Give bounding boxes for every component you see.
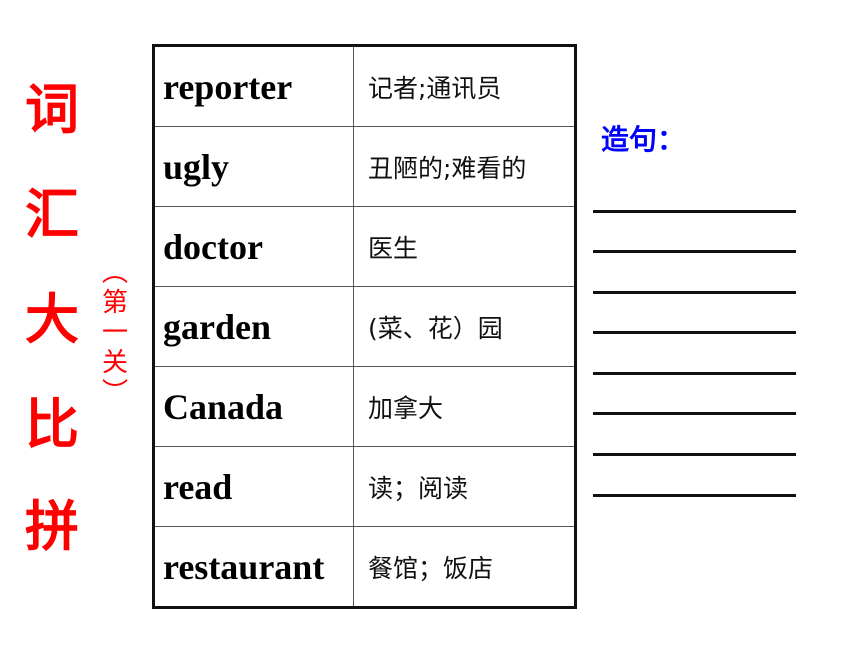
table-row: ugly 丑陋的;难看的 (153, 126, 576, 207)
table-row: doctor 医生 (153, 206, 576, 287)
title-char: 汇 (25, 183, 79, 246)
meaning-cell: 读；阅读 (353, 446, 576, 527)
meaning-cell: 医生 (353, 206, 576, 287)
subtitle-char: 一 (101, 318, 128, 348)
blank-line[interactable] (593, 331, 796, 334)
table-row: read 读；阅读 (153, 446, 576, 527)
sentence-label: 造句： (601, 123, 686, 156)
subtitle-open-paren: ︵ (101, 258, 128, 288)
word-cell: reporter (153, 45, 354, 127)
word-cell: read (153, 446, 354, 527)
blank-line[interactable] (593, 494, 796, 497)
blank-line[interactable] (593, 250, 796, 253)
subtitle-close-paren: ︶ (101, 378, 128, 408)
meaning-cell: (菜、花）园 (353, 286, 576, 367)
subtitle-level: ︵ 第 一 关 ︶ (98, 258, 132, 408)
table-row: garden (菜、花）园 (153, 286, 576, 367)
vocabulary-table: reporter 记者;通讯员 ugly 丑陋的;难看的 doctor 医生 g… (152, 44, 577, 609)
title-char: 拼 (25, 495, 79, 558)
blank-line[interactable] (593, 291, 796, 294)
word-cell: restaurant (153, 526, 354, 608)
meaning-cell: 记者;通讯员 (353, 45, 576, 127)
blank-line[interactable] (593, 372, 796, 375)
meaning-cell: 餐馆；饭店 (353, 526, 576, 608)
title-char: 比 (25, 393, 79, 456)
word-cell: Canada (153, 366, 354, 447)
subtitle-char: 关 (101, 348, 128, 378)
title-char: 大 (25, 288, 79, 351)
word-cell: garden (153, 286, 354, 367)
meaning-cell: 加拿大 (353, 366, 576, 447)
blank-line[interactable] (593, 412, 796, 415)
title-char: 词 (25, 78, 79, 141)
word-cell: ugly (153, 126, 354, 207)
meaning-cell: 丑陋的;难看的 (353, 126, 576, 207)
table-row: Canada 加拿大 (153, 366, 576, 447)
blank-line[interactable] (593, 210, 796, 213)
table-row: reporter 记者;通讯员 (153, 45, 576, 127)
table-row: restaurant 餐馆；饭店 (153, 526, 576, 608)
blank-line[interactable] (593, 453, 796, 456)
word-cell: doctor (153, 206, 354, 287)
subtitle-char: 第 (101, 288, 128, 318)
